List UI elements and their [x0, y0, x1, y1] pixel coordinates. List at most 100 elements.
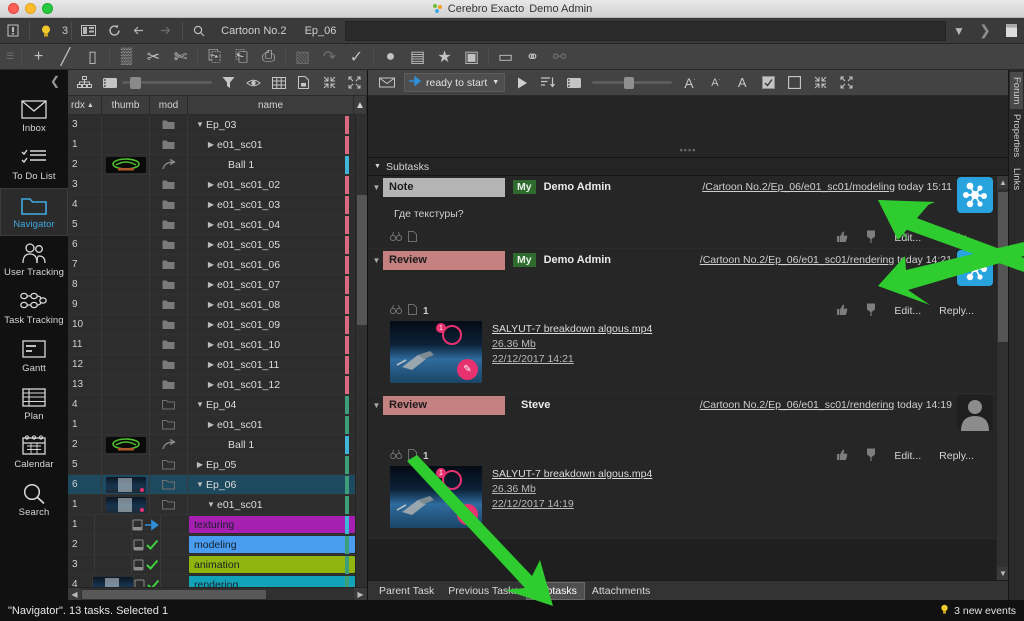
font-increase-icon[interactable]: A ˙ [677, 70, 703, 96]
table-cell-name-wrap[interactable]: ▶ e01_sc01_09 [188, 315, 355, 335]
table-cell-thumb[interactable] [95, 534, 132, 555]
chevron-right-icon[interactable]: ❯ [972, 18, 998, 44]
table-row[interactable]: 6 ▶ e01_sc01_05 [68, 234, 355, 255]
pencil-icon[interactable]: ✎ [457, 359, 478, 380]
table-cell-name-wrap[interactable]: ▶ e01_sc01_04 [188, 215, 355, 235]
table-row[interactable]: 5 ▶ e01_sc01_04 [68, 214, 355, 235]
tab-parent-task[interactable]: Parent Task [372, 582, 441, 600]
copy-special-icon[interactable]: ⎗ [228, 44, 255, 70]
table-cell-mod[interactable] [150, 214, 188, 235]
tree-twisty[interactable]: ▼ [194, 400, 206, 409]
paste-special-icon[interactable]: ▧ [289, 44, 316, 70]
task-tree[interactable]: 3 ▼ Ep_03 1 ▶ e01_sc01 2 Ball 1 3 ▶ e01_sc01_02 4 ▶ e… [68, 115, 367, 587]
link-line-icon[interactable]: ╱ [52, 44, 79, 70]
table-cell-thumb[interactable] [102, 474, 150, 495]
post-reply-action[interactable]: Reply... [939, 232, 974, 244]
tree-twisty[interactable]: ▶ [205, 180, 217, 189]
task-thumbnail[interactable] [105, 156, 146, 173]
task-status-chip[interactable]: animation [189, 556, 355, 573]
sidebar-item-gantt[interactable]: Gantt [0, 332, 68, 380]
table-row[interactable]: 4 ▶ e01_sc01_03 [68, 194, 355, 215]
feed-scroll-up-arrow[interactable]: ▲ [997, 176, 1008, 189]
forward-arrow-icon[interactable] [153, 18, 179, 44]
copy-icon[interactable]: ⎘ [201, 44, 228, 70]
tree-twisty[interactable]: ▶ [205, 300, 217, 309]
new-events-indicator[interactable]: 3 new events [940, 604, 1016, 618]
pencil-icon[interactable]: ✎ [457, 504, 478, 525]
table-view-icon[interactable] [266, 70, 291, 96]
table-cell-thumb[interactable] [93, 574, 134, 587]
duplicate-tasks-icon[interactable]: ▒ [113, 44, 140, 70]
visibility-eye-icon[interactable] [241, 70, 266, 96]
scrollbar-thumb[interactable] [998, 192, 1008, 342]
forum-post[interactable]: ▼ Note My Demo Admin/Cartoon No.2/Ep_06/e01… [368, 176, 996, 249]
table-cell-name-wrap[interactable]: ▼ Ep_03 [188, 115, 355, 135]
thumbnail-size-icon[interactable] [561, 70, 587, 96]
table-cell-name-wrap[interactable]: ▶ e01_sc01_07 [188, 275, 355, 295]
table-row[interactable]: 5 ▶ Ep_05 [68, 454, 355, 475]
table-cell-thumb[interactable] [102, 115, 150, 135]
table-cell-name-wrap[interactable]: ▶ e01_sc01_10 [188, 335, 355, 355]
table-cell-mod[interactable] [150, 334, 188, 355]
table-cell-thumb[interactable] [102, 234, 150, 255]
tab-previous-tasks[interactable]: Previous Tasks [441, 582, 525, 600]
cut-alt-icon[interactable]: ✄ [167, 44, 194, 70]
flag-icon[interactable] [866, 448, 876, 464]
collapse-icon[interactable] [807, 70, 833, 96]
table-row[interactable]: 2 Ball 1 [68, 154, 355, 175]
vtab-properties[interactable]: Properties [1010, 109, 1023, 162]
post-task-path[interactable]: /Cartoon No.2/Ep_06/e01_sc01/modeling [702, 181, 895, 193]
chevron-down-icon[interactable]: ▼ [946, 18, 972, 44]
slider-knob[interactable] [624, 76, 635, 89]
table-cell-mod[interactable] [150, 174, 188, 195]
table-cell-name-wrap[interactable]: ▶ e01_sc01_11 [188, 355, 355, 375]
tree-twisty[interactable]: ▼ [205, 500, 217, 509]
table-cell-mod[interactable] [150, 494, 188, 515]
table-cell-thumb[interactable] [102, 314, 150, 335]
table-cell-thumb[interactable] [102, 294, 150, 315]
attachment-filename[interactable]: SALYUT-7 breakdown algous.mp4 [492, 468, 652, 480]
column-header-rdx[interactable]: rdx ▲ [68, 95, 102, 115]
collapse-all-icon[interactable] [317, 70, 342, 96]
column-header-mod[interactable]: mod [150, 95, 188, 115]
table-cell-thumb[interactable] [95, 554, 132, 575]
checkbox-checked-icon[interactable] [755, 70, 781, 96]
scrollbar-thumb[interactable] [357, 195, 367, 325]
table-cell-thumb[interactable] [102, 174, 150, 195]
table-cell-name-wrap[interactable]: ▶ e01_sc01_06 [188, 255, 355, 275]
chevron-down-icon[interactable]: ▼ [492, 79, 499, 86]
table-cell-thumb[interactable] [102, 334, 150, 355]
tree-twisty[interactable]: ▶ [205, 140, 217, 149]
table-cell-thumb[interactable] [95, 514, 132, 535]
table-row[interactable]: 1 ▶ e01_sc01 [68, 134, 355, 155]
paste-icon[interactable]: ⎙ [255, 44, 282, 70]
table-cell-mod[interactable] [150, 154, 188, 175]
table-cell-mod[interactable] [132, 534, 161, 555]
table-cell-name-wrap[interactable]: ▶ e01_sc01 [188, 415, 355, 435]
attachment-filename[interactable]: SALYUT-7 breakdown algous.mp4 [492, 323, 652, 335]
scrollbar-thumb[interactable] [82, 589, 267, 599]
table-cell-thumb[interactable] [102, 134, 150, 155]
scroll-up-arrow[interactable]: ▲ [354, 95, 367, 115]
attachment-thumbnail[interactable]: 1 ✎ [390, 466, 482, 528]
post-edit-action[interactable]: Edit... [894, 305, 921, 317]
task-status-chip[interactable]: modeling [189, 536, 355, 553]
forum-thumb-slider[interactable] [592, 70, 673, 96]
table-row[interactable]: 6 ▼ Ep_06 [68, 474, 355, 495]
table-cell-name-wrap[interactable]: texturing [161, 515, 355, 535]
table-row[interactable]: 4 rendering [68, 574, 355, 587]
table-cell-mod[interactable] [150, 354, 188, 375]
alert-icon[interactable] [0, 18, 26, 44]
chevron-down-icon[interactable]: ▼ [370, 183, 383, 192]
post-attachment[interactable]: 1 ✎ SALYUT-7 breakdown algous.mp4 26.36 Mb 2… [368, 321, 996, 393]
attachment-thumbnail[interactable]: 1 ✎ [390, 321, 482, 383]
task-status-chip[interactable]: rendering [189, 576, 355, 587]
table-cell-mod[interactable] [150, 434, 188, 455]
status-dropdown[interactable]: ready to start ▼ [404, 73, 506, 92]
table-cell-mod[interactable] [150, 134, 188, 155]
chevron-left-icon[interactable]: ❮ [0, 70, 68, 92]
table-row[interactable]: 1 ▼ e01_sc01 [68, 494, 355, 515]
table-cell-thumb[interactable] [102, 454, 150, 475]
add-task-icon[interactable]: + [25, 44, 52, 70]
table-cell-mod[interactable] [150, 374, 188, 395]
